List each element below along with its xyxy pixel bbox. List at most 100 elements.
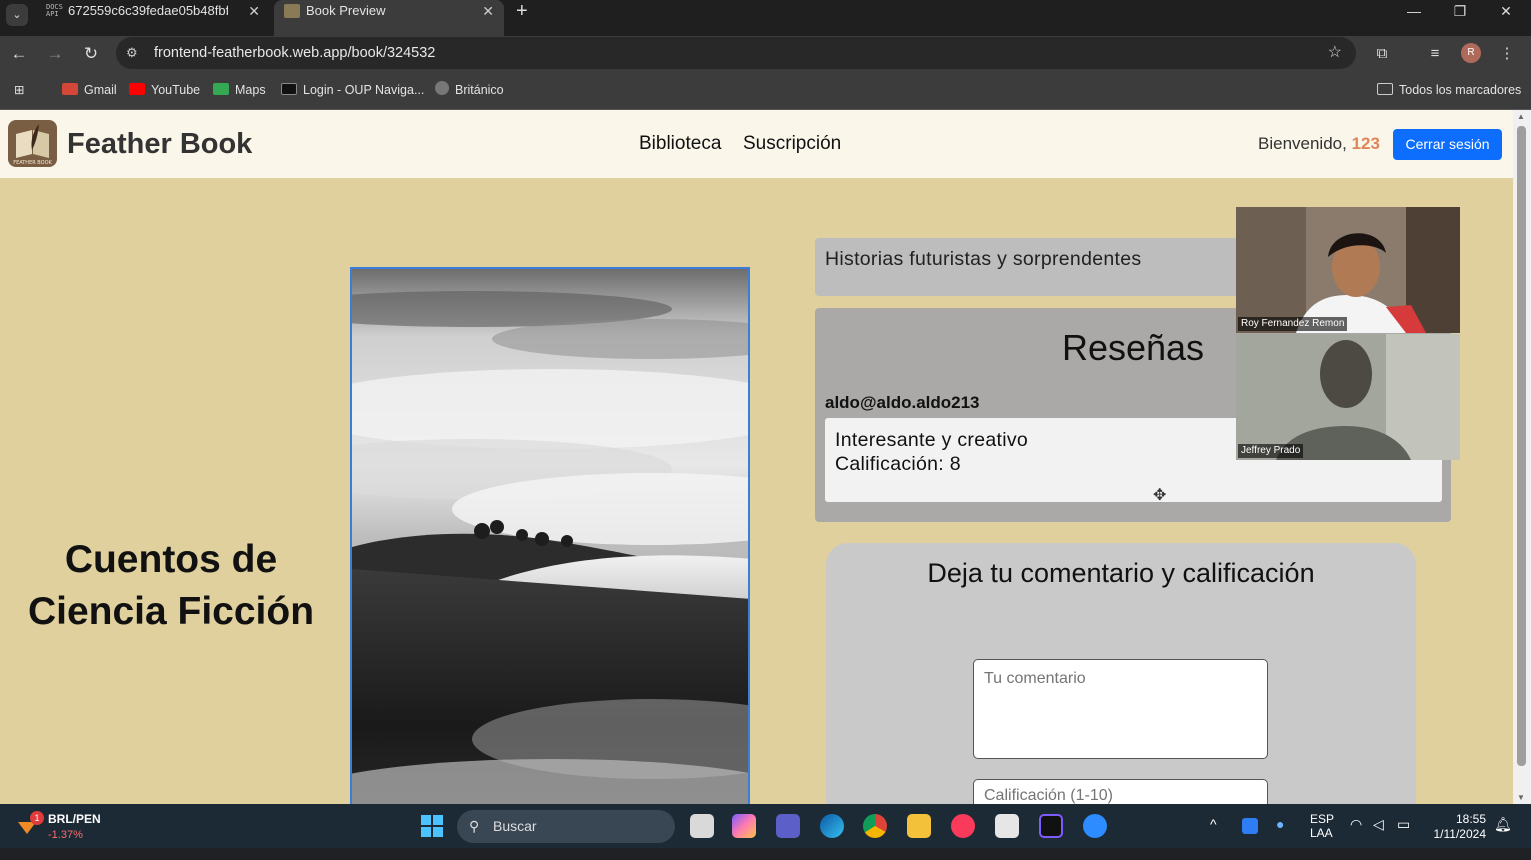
intellij-icon[interactable] [1039,814,1063,838]
review-form-title: Deja tu comentario y calificación [927,558,1315,588]
ticker-symbol[interactable]: BRL/PEN [48,812,101,828]
book-favicon-icon [284,4,300,18]
language-indicator[interactable]: ESP LAA [1310,812,1334,856]
security-shield-icon[interactable] [1242,818,1258,834]
back-icon[interactable]: ← [5,36,33,72]
ticker-change: -1.37% [48,829,83,841]
notifications-bell-icon[interactable]: 🔔︎ [1494,816,1512,860]
scroll-down-icon[interactable]: ▼ [1517,793,1525,802]
taskbar-search[interactable]: ⚲ Buscar [457,810,675,843]
close-tab-icon[interactable]: ✕ [248,0,260,22]
logo-text: FEATHER BOOK [13,160,52,166]
close-window-icon[interactable]: ✕ [1483,0,1529,22]
book-title: Cuentos de Ciencia Ficción [27,538,315,633]
url-text[interactable]: frontend-featherbook.web.app/book/324532 [154,37,435,69]
rating-input[interactable] [973,779,1268,804]
windows-start-icon[interactable] [420,814,444,838]
tab-book-preview[interactable]: Book Preview ✕ [274,0,504,36]
tab-label: Book Preview [306,3,386,18]
browser-tab-strip: ⌄ DOCS API 672559c6c39fedae05b48fbf.mo ✕… [0,0,1531,36]
bookmark-maps[interactable]: Maps [213,72,266,108]
nav-suscripcion[interactable]: Suscripción [743,130,841,158]
welcome-message: Bienvenido, 123 [1258,133,1380,155]
bookmarks-bar: ⊞ Gmail YouTube Maps Login - OUP Naviga.… [0,72,1531,110]
participant-name: Jeffrey Prado [1238,444,1304,458]
profile-avatar[interactable]: R [1461,43,1481,63]
docs-api-favicon-icon: DOCS API [46,3,63,18]
clock[interactable]: 18:55 1/11/2024 [1426,812,1487,856]
windows-taskbar: 1 BRL/PEN -1.37% ⚲ Buscar ^ ● ESP LAA ◠ … [0,804,1531,848]
maps-icon [213,83,229,95]
scroll-up-icon[interactable]: ▲ [1517,112,1525,121]
welcome-prefix: Bienvenido, [1258,134,1347,153]
search-label: Buscar [493,818,537,834]
apps-grid-icon[interactable]: ⊞ [14,72,24,108]
tab-docs-api[interactable]: DOCS API 672559c6c39fedae05b48fbf.mo ✕ [36,0,270,36]
reload-icon[interactable]: ↻ [77,36,105,72]
bookmark-britanico[interactable]: Británico [435,72,504,108]
logout-button[interactable]: Cerrar sesión [1393,129,1502,160]
scrollbar-thumb[interactable] [1517,126,1526,766]
nav-biblioteca[interactable]: Biblioteca [639,130,721,158]
close-tab-icon[interactable]: ✕ [482,0,494,22]
chevron-up-icon[interactable]: ^ [1210,816,1217,860]
bookmark-gmail[interactable]: Gmail [62,72,117,108]
file-explorer-icon[interactable] [907,814,931,838]
zoom-icon[interactable] [1083,814,1107,838]
review-rating: Calificación: 8 [835,453,961,475]
clock-time: 18:55 [1455,812,1486,826]
page-scrollbar[interactable]: ▲ ▼ [1513,110,1531,804]
site-info-icon[interactable]: ⚙ [126,37,138,69]
gmail-icon [62,83,78,95]
volume-icon[interactable]: ◁ [1373,816,1384,860]
participant-name: Roy Fernandez Remon [1238,317,1348,331]
review-author: aldo@aldo.aldo213 [825,393,980,412]
page-content: FEATHER BOOK Feather Book Biblioteca Sus… [0,110,1513,804]
bookmark-label: Maps [235,83,266,97]
microphone-icon[interactable]: ● [1276,816,1284,860]
feather-book-logo[interactable]: FEATHER BOOK [8,120,57,167]
battery-icon[interactable]: ▭ [1397,816,1410,860]
review-comment: Interesante y creativo [835,429,1029,451]
new-tab-button[interactable]: + [516,0,528,22]
itunes-icon[interactable] [951,814,975,838]
bookmark-star-icon[interactable]: ☆ [1328,37,1342,69]
task-view-icon[interactable] [690,814,714,838]
book-cover-image [350,267,750,804]
username: 123 [1351,134,1380,153]
media-control-icon[interactable]: ≡ [1421,36,1449,72]
browser-toolbar: ← → ↻ ⚙ frontend-featherbook.web.app/boo… [0,36,1531,72]
restore-icon[interactable]: ❐ [1437,0,1483,22]
site-brand[interactable]: Feather Book [67,124,252,164]
menu-kebab-icon[interactable]: ⋮ [1493,36,1521,72]
minimize-icon[interactable]: — [1391,0,1437,22]
wifi-icon[interactable]: ◠ [1350,816,1362,860]
language-layout: LAA [1310,826,1333,840]
address-bar[interactable]: ⚙ frontend-featherbook.web.app/book/3245… [116,37,1356,69]
bookmark-youtube[interactable]: YouTube [129,72,200,108]
comment-input[interactable] [973,659,1268,759]
tab-label: 672559c6c39fedae05b48fbf.mo [68,3,228,18]
all-bookmarks-folder[interactable]: Todos los marcadores [1377,72,1521,108]
bookmark-label: Todos los marcadores [1399,83,1522,97]
site-header: FEATHER BOOK Feather Book Biblioteca Sus… [0,110,1513,178]
snipping-tool-icon[interactable] [995,814,1019,838]
search-icon: ⚲ [469,818,480,834]
teams-icon[interactable] [776,814,800,838]
bookmark-label: Gmail [84,83,117,97]
video-tile-roy[interactable]: Roy Fernandez Remon [1236,207,1460,333]
folder-icon [1377,83,1393,95]
chrome-icon[interactable] [863,814,887,838]
book-description: Historias futuristas y sorprendentes [825,248,1142,270]
clock-date: 1/11/2024 [1433,827,1487,841]
video-tile-jeffrey[interactable]: Jeffrey Prado [1236,334,1460,460]
move-cursor-icon: ✥ [1153,487,1167,504]
bookmark-label: Login - OUP Naviga... [303,83,425,97]
edge-icon[interactable] [820,814,844,838]
bookmark-oup-login[interactable]: Login - OUP Naviga... [281,72,424,108]
globe-icon [435,81,449,95]
tab-search-icon[interactable]: ⌄ [6,4,28,26]
extensions-icon[interactable]: ⧉ [1368,36,1396,72]
forward-icon[interactable]: → [41,36,69,72]
copilot-icon[interactable] [732,814,756,838]
